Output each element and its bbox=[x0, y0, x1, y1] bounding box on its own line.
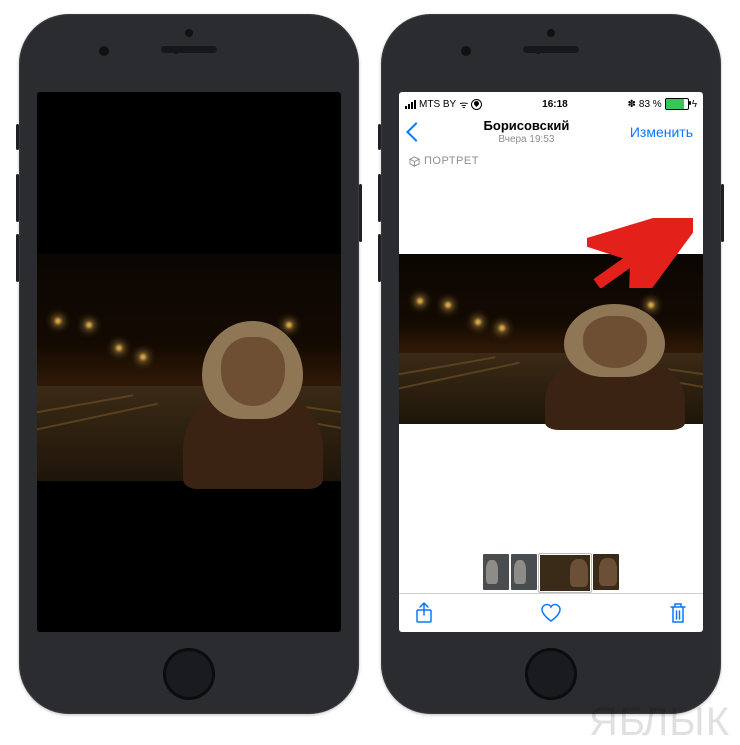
battery-fill bbox=[666, 99, 684, 109]
phone-camera bbox=[547, 29, 555, 37]
phone-speaker bbox=[523, 46, 579, 53]
side-button bbox=[359, 184, 362, 242]
carrier-label: MTS BY bbox=[419, 99, 456, 110]
thumbnail[interactable] bbox=[593, 554, 619, 590]
wifi-icon: ᯤ bbox=[459, 97, 468, 111]
edit-button[interactable]: Изменить bbox=[630, 124, 693, 140]
dnd-icon bbox=[471, 99, 482, 110]
thumbnail-strip bbox=[399, 554, 703, 592]
watermark: ЯБ ЛЫК bbox=[589, 700, 730, 745]
cube-icon bbox=[409, 156, 419, 166]
side-button bbox=[721, 184, 724, 242]
signal-icon bbox=[405, 100, 416, 109]
delete-button[interactable] bbox=[669, 602, 687, 624]
battery-percent: 83 % bbox=[639, 99, 662, 110]
side-button bbox=[16, 234, 19, 282]
charging-icon: ϟ bbox=[692, 99, 697, 110]
side-button bbox=[16, 174, 19, 222]
favorite-button[interactable] bbox=[540, 603, 562, 623]
side-button bbox=[378, 124, 381, 150]
bluetooth-icon: ✽ bbox=[628, 99, 636, 110]
side-button bbox=[378, 174, 381, 222]
home-button[interactable] bbox=[163, 648, 215, 700]
thumbnail[interactable] bbox=[511, 554, 537, 590]
nav-title: Борисовский bbox=[423, 118, 630, 133]
battery-icon bbox=[665, 98, 689, 110]
share-button[interactable] bbox=[415, 602, 433, 624]
photo-fullscreen[interactable] bbox=[37, 254, 341, 481]
thumbnail-selected[interactable] bbox=[539, 554, 591, 592]
phone-sensor bbox=[99, 46, 109, 56]
nav-bar: Борисовский Вчера 19:53 Изменить bbox=[399, 114, 703, 151]
thumbnail[interactable] bbox=[483, 554, 509, 590]
home-button[interactable] bbox=[525, 648, 577, 700]
side-button bbox=[378, 234, 381, 282]
portrait-badge: ПОРТРЕТ bbox=[399, 151, 703, 171]
status-bar: MTS BY ᯤ 16:18 ✽ 83 % ϟ bbox=[399, 92, 703, 114]
side-button bbox=[16, 124, 19, 150]
phone-sensor bbox=[461, 46, 471, 56]
screen-right: MTS BY ᯤ 16:18 ✽ 83 % ϟ Борис bbox=[399, 92, 703, 632]
nav-subtitle: Вчера 19:53 bbox=[423, 134, 630, 145]
bottom-toolbar bbox=[399, 593, 703, 632]
phone-frame-right: MTS BY ᯤ 16:18 ✽ 83 % ϟ Борис bbox=[381, 14, 721, 714]
screen-left bbox=[37, 92, 341, 632]
portrait-badge-label: ПОРТРЕТ bbox=[424, 155, 479, 167]
phone-frame-left bbox=[19, 14, 359, 714]
clock-label: 16:18 bbox=[542, 99, 568, 110]
photo-viewer[interactable] bbox=[399, 178, 703, 423]
phone-speaker bbox=[161, 46, 217, 53]
phone-camera bbox=[185, 29, 193, 37]
